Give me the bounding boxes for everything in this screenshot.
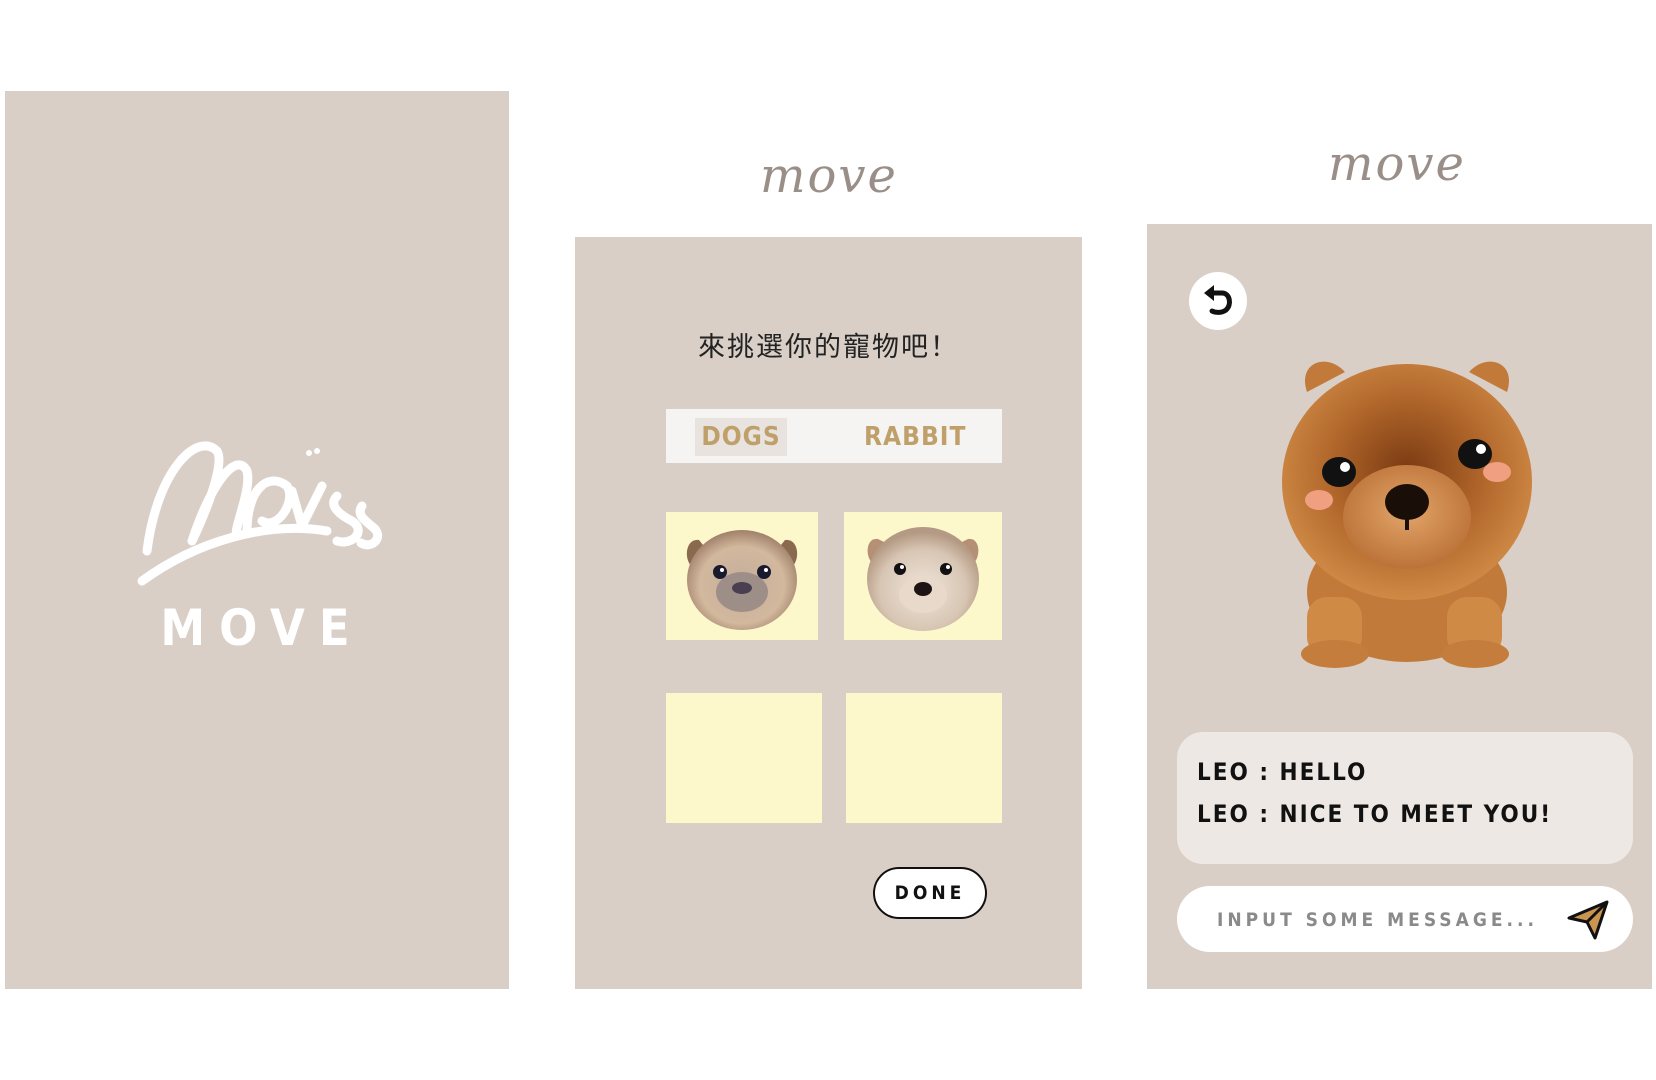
done-button[interactable]: DONE <box>873 867 987 919</box>
tab-dogs[interactable]: DOGS <box>695 418 787 456</box>
chat-message: LEO : HELLO <box>1197 758 1368 786</box>
script-logo-icon <box>137 441 383 586</box>
pet-card-empty[interactable] <box>666 693 822 823</box>
header-logo: move <box>760 148 898 204</box>
undo-arrow-icon <box>1204 285 1232 315</box>
pet-chat-screen: LEO : HELLO LEO : NICE TO MEET YOU! <box>1147 224 1652 989</box>
send-arrow-icon[interactable] <box>1565 898 1611 942</box>
pet-card-pug[interactable] <box>666 512 818 640</box>
header-logo: move <box>1328 136 1466 192</box>
pug-face-icon <box>686 530 798 630</box>
splash-logo: MOVE <box>137 411 387 657</box>
chat-log: LEO : HELLO LEO : NICE TO MEET YOU! <box>1177 732 1633 864</box>
splash-word: MOVE <box>160 599 364 657</box>
puppy-face-icon <box>867 527 979 631</box>
message-input[interactable] <box>1215 886 1549 954</box>
pet-card-puppy[interactable] <box>844 512 1002 640</box>
pet-dog-image <box>1267 342 1547 682</box>
chow-dog-icon <box>1282 361 1532 668</box>
pet-type-tabbar: DOGS RABBIT <box>666 409 1002 463</box>
splash-screen: MOVE <box>5 91 509 989</box>
chat-message: LEO : NICE TO MEET YOU! <box>1197 800 1553 828</box>
message-input-bar <box>1177 886 1633 954</box>
pet-card-empty[interactable] <box>846 693 1002 823</box>
back-button[interactable] <box>1189 272 1247 330</box>
pet-select-screen: 來挑選你的寵物吧！ DOGS RABBIT DONE <box>575 237 1082 989</box>
tab-rabbit[interactable]: RABBIT <box>864 418 965 456</box>
select-prompt: 來挑選你的寵物吧！ <box>698 332 959 363</box>
